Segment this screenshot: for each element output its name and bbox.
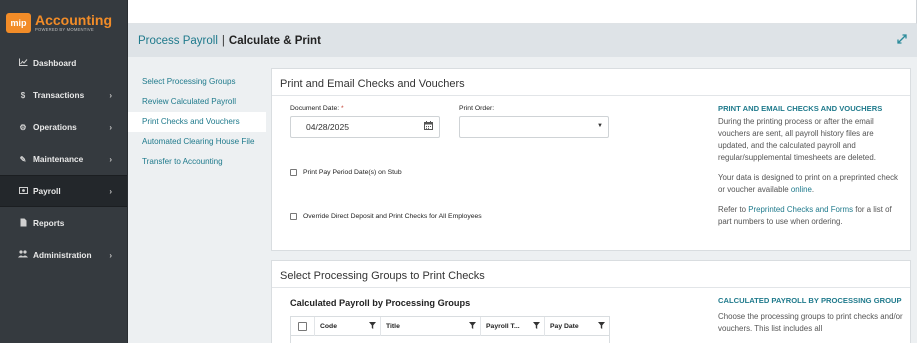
sidebar-item-reports[interactable]: Reports (0, 207, 127, 239)
sidebar-item-dashboard[interactable]: Dashboard (0, 47, 127, 79)
processing-groups-card: Select Processing Groups to Print Checks… (271, 260, 911, 343)
logo-badge: mip (6, 13, 31, 33)
subnav-select-processing-groups[interactable]: Select Processing Groups (128, 72, 266, 92)
column-label: Payroll T... (486, 322, 520, 330)
breadcrumb-separator: | (221, 34, 225, 47)
sidebar-item-label: Reports (33, 218, 65, 228)
breadcrumb-process-payroll[interactable]: Process Payroll (138, 35, 218, 47)
sidebar-item-label: Dashboard (33, 58, 77, 68)
pay-period-checkbox-label: Print Pay Period Date(s) on Stub (303, 169, 402, 176)
subnav-review-calculated-payroll[interactable]: Review Calculated Payroll (128, 92, 266, 112)
sidebar-item-label: Payroll (33, 186, 61, 196)
card-title: Select Processing Groups to Print Checks (280, 270, 485, 282)
app-logo[interactable]: mip Accounting POWERED BY MOMENTIVE (0, 0, 127, 40)
help-text: Refer to (718, 205, 749, 214)
column-label: Title (386, 322, 400, 330)
print-help-panel: PRINT AND EMAIL CHECKS AND VOUCHERS Duri… (718, 103, 904, 228)
sidebar-item-maintenance[interactable]: ✎ Maintenance › (0, 143, 127, 175)
process-steps-nav: Select Processing Groups Review Calculat… (128, 72, 266, 172)
pay-period-checkbox-row[interactable]: Print Pay Period Date(s) on Stub (290, 169, 402, 176)
money-icon (18, 186, 28, 196)
column-label: Pay Date (550, 322, 579, 330)
help-title: CALCULATED PAYROLL BY PROCESSING GROUP (718, 296, 902, 305)
document-date-label: Document Date: * (290, 105, 344, 112)
wrench-icon: ✎ (19, 154, 27, 164)
chart-line-icon (18, 58, 28, 68)
subnav-transfer-to-accounting[interactable]: Transfer to Accounting (128, 152, 266, 172)
column-header-code[interactable]: Code (315, 316, 381, 336)
processing-groups-grid: Code Title Payroll T... Pay Date (290, 316, 610, 343)
grid-header: Code Title Payroll T... Pay Date (291, 316, 609, 336)
select-all-checkbox[interactable] (298, 321, 307, 331)
sidebar-nav: Dashboard $ Transactions › ⚙ Operations … (0, 47, 127, 271)
sidebar-item-label: Administration (33, 250, 92, 260)
help-paragraph: Choose the processing groups to print ch… (718, 312, 903, 333)
sidebar-item-label: Maintenance (33, 154, 84, 164)
help-paragraph: During the printing process or after the… (718, 117, 876, 162)
column-header-pay-date[interactable]: Pay Date (545, 317, 609, 336)
column-label: Code (320, 322, 337, 330)
print-email-card: Print and Email Checks and Vouchers Docu… (271, 68, 911, 251)
filter-icon[interactable] (533, 321, 540, 331)
page-header: Process Payroll | Calculate & Print (128, 24, 917, 57)
calendar-icon[interactable] (424, 121, 433, 132)
sidebar-item-label: Transactions (33, 90, 85, 100)
logo-title: Accounting (35, 12, 112, 28)
document-date-input[interactable]: 04/28/2025 (290, 116, 440, 138)
users-icon (18, 250, 28, 260)
preprinted-checks-link[interactable]: Preprinted Checks and Forms (748, 205, 853, 214)
help-paragraph: Refer to Preprinted Checks and Forms for… (718, 204, 904, 228)
subnav-automated-clearing-house-file[interactable]: Automated Clearing House File (128, 132, 266, 152)
chevron-right-icon: › (109, 250, 112, 260)
card-title: Print and Email Checks and Vouchers (280, 78, 465, 90)
help-title: PRINT AND EMAIL CHECKS AND VOUCHERS (718, 104, 883, 113)
page-title: Calculate & Print (228, 34, 321, 47)
dollar-icon: $ (20, 90, 26, 100)
filter-icon[interactable] (369, 321, 376, 331)
override-direct-deposit-label: Override Direct Deposit and Print Checks… (303, 213, 482, 220)
filter-icon[interactable] (598, 321, 605, 331)
expand-icon[interactable] (897, 34, 907, 47)
chevron-down-icon: ▼ (597, 123, 603, 129)
sidebar-item-payroll[interactable]: Payroll › (0, 175, 127, 207)
online-link[interactable]: online (791, 185, 812, 194)
chevron-right-icon: › (109, 122, 112, 132)
pay-period-checkbox[interactable] (290, 169, 297, 176)
sidebar: mip Accounting POWERED BY MOMENTIVE Dash… (0, 0, 128, 343)
select-all-cell (291, 316, 315, 336)
sidebar-item-operations[interactable]: ⚙ Operations › (0, 111, 127, 143)
document-date-label-text: Document Date: (290, 105, 340, 112)
sidebar-item-transactions[interactable]: $ Transactions › (0, 79, 127, 111)
chevron-right-icon: › (109, 90, 112, 100)
divider (272, 287, 910, 288)
document-date-value: 04/28/2025 (306, 122, 350, 132)
sidebar-item-label: Operations (33, 122, 77, 132)
grid-title: Calculated Payroll by Processing Groups (290, 298, 471, 308)
main-content: Process Payroll | Calculate & Print Sele… (128, 24, 917, 343)
sidebar-item-administration[interactable]: Administration › (0, 239, 127, 271)
top-bar (128, 0, 917, 24)
print-order-select[interactable]: ▼ (459, 116, 609, 138)
chevron-right-icon: › (109, 186, 112, 196)
required-mark: * (341, 105, 344, 112)
column-header-payroll-type[interactable]: Payroll T... (481, 316, 545, 336)
override-direct-deposit-row[interactable]: Override Direct Deposit and Print Checks… (290, 213, 482, 220)
divider (272, 95, 910, 96)
file-icon (18, 218, 28, 229)
groups-help-panel: CALCULATED PAYROLL BY PROCESSING GROUP C… (718, 295, 904, 335)
column-header-title[interactable]: Title (381, 316, 481, 336)
help-paragraph: Your data is designed to print on a prep… (718, 172, 904, 196)
subnav-print-checks-and-vouchers[interactable]: Print Checks and Vouchers (128, 112, 266, 132)
chevron-right-icon: › (109, 154, 112, 164)
filter-icon[interactable] (469, 321, 476, 331)
override-direct-deposit-checkbox[interactable] (290, 213, 297, 220)
gears-icon: ⚙ (19, 122, 27, 132)
help-text: . (811, 185, 815, 194)
print-order-label: Print Order: (459, 105, 495, 112)
